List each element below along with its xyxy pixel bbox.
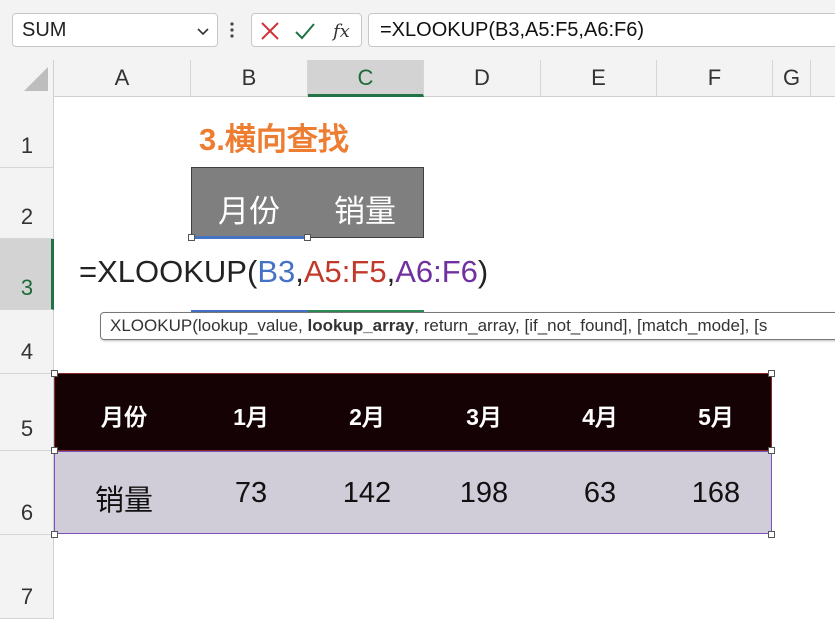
tooltip-text: XLOOKUP(lookup_value, lookup_array, retu…	[110, 316, 767, 336]
range-handle[interactable]	[51, 447, 58, 454]
formula-actions: fx	[251, 13, 362, 47]
row-header-6[interactable]: 6	[0, 451, 54, 535]
formula-arg-lookup-array: A5:F5	[303, 254, 387, 289]
table-header-cell[interactable]: 3月	[426, 398, 542, 432]
row-header-7[interactable]: 7	[0, 535, 54, 619]
table-data-row: 销量 73 142 198 63 168	[54, 451, 772, 534]
tooltip-current-arg[interactable]: lookup_array	[308, 316, 415, 335]
reference-highlight-b3-top	[191, 236, 308, 239]
formula-input[interactable]: =XLOOKUP(B3,A5:F5,A6:F6)	[368, 13, 835, 47]
range-handle[interactable]	[51, 531, 58, 538]
table-header-cell[interactable]: 2月	[309, 398, 425, 432]
column-headers: A B C D E F G	[54, 60, 835, 97]
name-box[interactable]: SUM	[12, 13, 218, 47]
column-header-d[interactable]: D	[424, 60, 541, 96]
column-header-e[interactable]: E	[541, 60, 657, 96]
range-handle[interactable]	[768, 531, 775, 538]
enter-check-icon[interactable]	[294, 20, 316, 42]
table-header-cell[interactable]: 4月	[542, 398, 658, 432]
chevron-down-icon[interactable]	[195, 23, 211, 39]
column-header-a[interactable]: A	[54, 60, 191, 96]
row-header-4[interactable]: 4	[0, 310, 54, 374]
range-handle[interactable]	[188, 234, 195, 241]
function-fx-icon[interactable]: fx	[331, 20, 357, 42]
range-handle[interactable]	[768, 370, 775, 377]
table-header-row: 月份 1月 2月 3月 4月 5月	[54, 373, 772, 451]
select-all-icon	[24, 67, 48, 91]
table-cell[interactable]: 168	[658, 477, 774, 510]
formula-arg-return-array: A6:F6	[395, 254, 478, 289]
range-handle[interactable]	[51, 370, 58, 377]
name-box-value: SUM	[22, 19, 67, 41]
table-header-cell[interactable]: 月份	[66, 398, 182, 432]
column-header-g[interactable]: G	[773, 60, 811, 96]
table-cell[interactable]: 63	[542, 477, 658, 510]
sheet-title: 3.横向查找	[199, 122, 349, 157]
more-vertical-icon[interactable]	[229, 18, 235, 42]
table-cell[interactable]: 73	[193, 477, 309, 510]
formula-suffix: )	[477, 254, 489, 289]
row-header-1[interactable]: 1	[0, 97, 54, 168]
table-header-cell[interactable]: 1月	[193, 398, 309, 432]
table-header-cell[interactable]: 5月	[658, 398, 774, 432]
table-cell[interactable]: 销量	[66, 477, 182, 519]
cell-edit-formula[interactable]: =XLOOKUP(B3,A5:F5,A6:F6)	[79, 254, 488, 290]
formula-separator: ,	[295, 254, 304, 289]
column-header-b[interactable]: B	[191, 60, 308, 96]
lookup-header-month: 月份	[218, 194, 280, 229]
function-tooltip: XLOOKUP(lookup_value, lookup_array, retu…	[100, 312, 835, 340]
table-cell[interactable]: 198	[426, 477, 542, 510]
formula-separator: ,	[386, 254, 396, 289]
range-handle[interactable]	[768, 447, 775, 454]
lookup-header-block[interactable]: 月份 销量	[191, 167, 424, 238]
formula-arg-lookup-value: B3	[257, 254, 296, 289]
column-header-f[interactable]: F	[657, 60, 773, 96]
tooltip-pre: XLOOKUP(lookup_value,	[110, 316, 308, 335]
formula-text: =XLOOKUP(B3,A5:F5,A6:F6)	[380, 19, 644, 41]
select-all-corner[interactable]	[0, 60, 54, 97]
row-header-3[interactable]: 3	[0, 239, 54, 310]
row-headers: 1 2 3 4 5 6 7	[0, 97, 54, 619]
lookup-header-sales: 销量	[334, 194, 396, 229]
row-header-5[interactable]: 5	[0, 374, 54, 451]
cancel-icon[interactable]	[259, 20, 281, 42]
column-header-c[interactable]: C	[308, 60, 424, 97]
row-header-2[interactable]: 2	[0, 168, 54, 239]
svg-text:fx: fx	[331, 21, 350, 42]
tooltip-post: , return_array, [if_not_found], [match_m…	[414, 316, 768, 335]
formula-prefix: =XLOOKUP(	[79, 254, 258, 289]
range-handle[interactable]	[304, 234, 311, 241]
table-cell[interactable]: 142	[309, 477, 425, 510]
formula-bar: SUM fx =XLOOKUP(B3,A5:F5,A6:F6)	[0, 0, 835, 60]
